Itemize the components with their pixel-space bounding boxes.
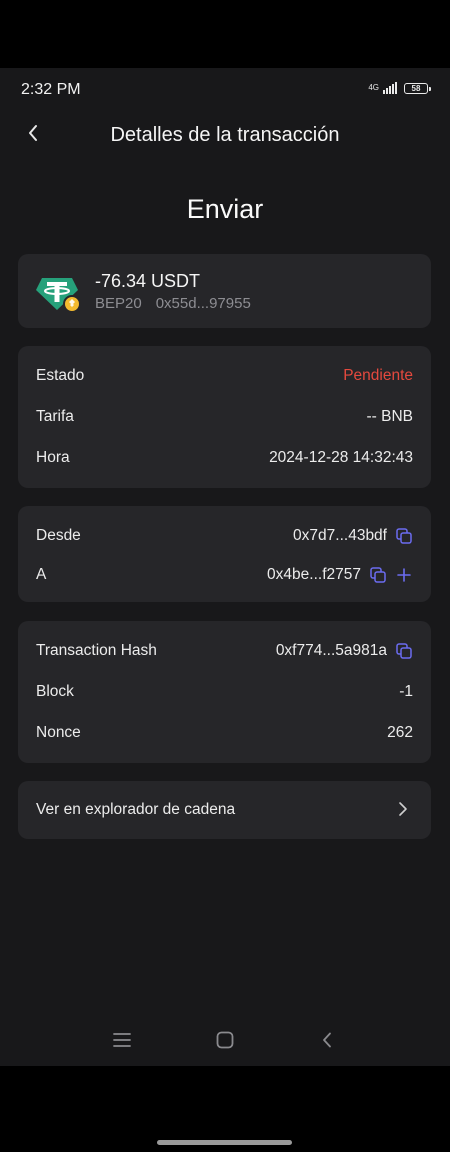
home-square-icon	[216, 1031, 234, 1049]
nonce-row: Nonce 262	[36, 721, 413, 745]
signal-icon	[383, 82, 397, 94]
status-row: Estado Pendiente	[36, 364, 413, 388]
battery-level: 58	[411, 83, 421, 93]
nav-menu-button[interactable]	[109, 1028, 135, 1052]
from-label: Desde	[36, 527, 81, 544]
from-row: Desde 0x7d7...43bdf	[36, 524, 413, 548]
hash-value-group: 0xf774...5a981a	[276, 642, 413, 660]
copy-hash-button[interactable]	[395, 642, 413, 660]
nav-back-icon	[323, 1032, 331, 1048]
transaction-type-title: Enviar	[186, 194, 264, 224]
page-title: Detalles de la transacción	[110, 124, 340, 146]
usdt-token-icon	[36, 270, 84, 314]
chain-card: Transaction Hash 0xf774...5a981a Block -…	[18, 621, 431, 763]
token-network: BEP20	[95, 295, 142, 312]
hash-row: Transaction Hash 0xf774...5a981a	[36, 639, 413, 663]
menu-icon	[113, 1033, 131, 1047]
nonce-value: 262	[387, 724, 413, 741]
to-address: 0x4be...f2757	[267, 566, 361, 583]
system-nav-bar	[0, 1028, 450, 1052]
status-time: 2:32 PM	[21, 81, 81, 98]
token-meta: BEP20 0x55d...97955	[95, 295, 251, 312]
status-badge: Pendiente	[343, 367, 413, 384]
status-label: Estado	[36, 367, 85, 384]
info-card: Estado Pendiente Tarifa -- BNB Hora 2024…	[18, 346, 431, 488]
token-contract: 0x55d...97955	[155, 295, 251, 312]
copy-icon	[396, 643, 412, 659]
copy-icon	[396, 528, 412, 544]
block-value: -1	[399, 683, 413, 700]
nonce-label: Nonce	[36, 724, 81, 741]
from-address: 0x7d7...43bdf	[293, 527, 387, 544]
copy-to-button[interactable]	[369, 566, 387, 584]
fee-row: Tarifa -- BNB	[36, 405, 413, 429]
to-value-group: 0x4be...f2757	[267, 566, 413, 584]
copy-from-button[interactable]	[395, 527, 413, 545]
hash-value: 0xf774...5a981a	[275, 642, 387, 659]
status-icons: 4G 58	[368, 82, 431, 94]
block-label: Block	[36, 683, 74, 700]
time-row: Hora 2024-12-28 14:32:43	[36, 446, 413, 470]
add-contact-button[interactable]	[395, 566, 413, 584]
token-card: -76.34 USDT BEP20 0x55d...97955	[18, 254, 431, 328]
battery-icon: 58	[404, 82, 431, 94]
to-label: A	[36, 566, 47, 583]
time-label: Hora	[36, 449, 70, 466]
home-indicator[interactable]	[157, 1140, 292, 1145]
time-value: 2024-12-28 14:32:43	[269, 449, 413, 466]
plus-icon	[397, 568, 411, 582]
explorer-label: Ver en explorador de cadena	[36, 801, 236, 818]
view-explorer-button[interactable]: Ver en explorador de cadena	[18, 781, 431, 839]
chevron-right-icon	[399, 802, 407, 816]
to-row: A 0x4be...f2757	[36, 563, 413, 587]
header: Detalles de la transacción	[0, 112, 450, 158]
status-bar: 2:32 PM 4G 58	[0, 68, 450, 112]
network-type: 4G	[368, 83, 379, 92]
fee-label: Tarifa	[36, 408, 74, 425]
nav-back-button[interactable]	[314, 1028, 340, 1052]
app-screen: 2:32 PM 4G 58 Detalles de la transacción…	[0, 68, 450, 1066]
fee-value: -- BNB	[366, 408, 414, 425]
hash-label: Transaction Hash	[36, 642, 157, 659]
copy-icon	[370, 567, 386, 583]
from-value-group: 0x7d7...43bdf	[293, 527, 413, 545]
token-amount: -76.34 USDT	[95, 271, 201, 291]
nav-home-button[interactable]	[212, 1028, 238, 1052]
address-card: Desde 0x7d7...43bdf A 0x4be...f2757	[18, 506, 431, 602]
block-row: Block -1	[36, 680, 413, 704]
